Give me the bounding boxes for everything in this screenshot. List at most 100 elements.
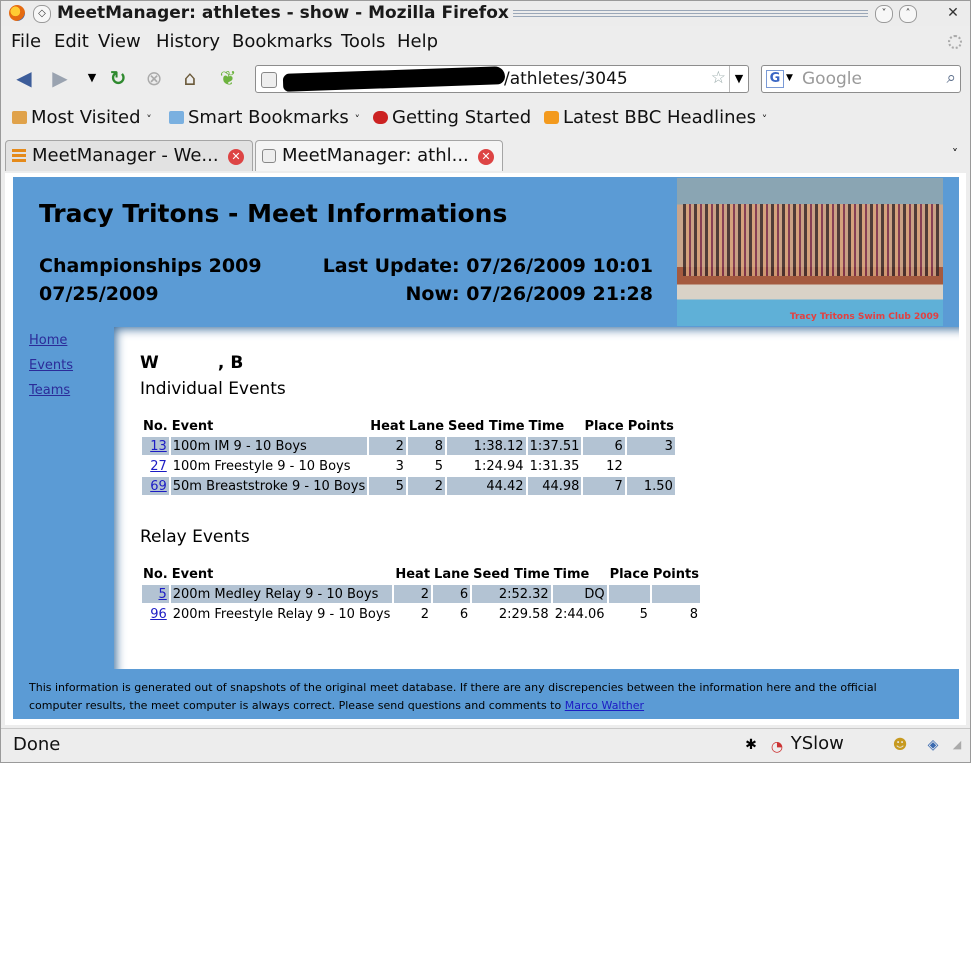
- event-number-link[interactable]: 13: [150, 439, 167, 454]
- back-icon[interactable]: ◀: [13, 67, 35, 89]
- relay-events-table: No. Event Heat Lane Seed Time Time Place Points…: [140, 563, 702, 625]
- url-dropdown-icon[interactable]: ▼: [729, 66, 748, 92]
- cell-heat: 3: [395, 458, 404, 474]
- cell-no: 27: [142, 457, 169, 475]
- history-dropdown-icon[interactable]: ▼: [81, 67, 103, 89]
- event-number-link[interactable]: 69: [150, 479, 167, 494]
- column-header: Place: [584, 418, 624, 434]
- team-photo-caption: Tracy Tritons Swim Club 2009: [789, 312, 939, 322]
- table-header-row: No. Event Heat Lane Seed Time Time Place Points: [142, 417, 675, 435]
- nav-teams-link[interactable]: Teams: [29, 383, 70, 398]
- bookmark-label: Smart Bookmarks: [188, 107, 349, 128]
- table-row: 13 100m IM 9 - 10 Boys 2 8 1:38.12 1:37.51 6 3: [142, 437, 675, 455]
- main-content: W , B Individual Events No. Event Heat Lane…: [114, 327, 959, 669]
- page-header: Tracy Tritons - Meet Informations Champi…: [13, 177, 959, 327]
- cell-event: 100m IM 9 - 10 Boys: [170, 437, 368, 455]
- folder-icon: [12, 111, 27, 124]
- tab-label: MeetManager - We...: [32, 145, 219, 166]
- yslow-button[interactable]: ◔ YSlow: [769, 733, 844, 755]
- cell-place: 7: [583, 477, 625, 495]
- cell-seed: 2:52.32: [472, 585, 551, 603]
- site-identity-icon[interactable]: [261, 72, 277, 88]
- menu-history[interactable]: History: [156, 31, 220, 52]
- event-number-link[interactable]: 27: [150, 459, 167, 474]
- tab-list-icon[interactable]: ˅: [952, 147, 958, 161]
- cell-seed: 44.42: [447, 477, 526, 495]
- cell-time: 1:31.35: [529, 458, 580, 474]
- cell-points: 3: [626, 437, 675, 455]
- url-bar[interactable]: /athletes/3045 ☆ ▼: [255, 65, 749, 93]
- event-number-link[interactable]: 96: [150, 607, 167, 622]
- tab-meetmanager-1[interactable]: MeetManager - We... ✕: [5, 140, 253, 171]
- list-icon: [12, 149, 26, 163]
- cell-lane: 5: [434, 458, 444, 474]
- page-icon: [262, 149, 276, 163]
- search-bar[interactable]: G ▼ Google ⌕: [761, 65, 961, 93]
- column-header: Points: [627, 418, 674, 434]
- contact-link[interactable]: Marco Walther: [565, 699, 644, 712]
- bookmark-label: Latest BBC Headlines: [563, 107, 756, 128]
- search-icon[interactable]: ⌕: [946, 68, 956, 88]
- leaf-icon[interactable]: ❦: [217, 67, 239, 89]
- menu-view[interactable]: View: [98, 31, 141, 52]
- cube-icon[interactable]: ◈: [925, 737, 941, 753]
- chevron-down-icon: ˅: [146, 113, 152, 126]
- home-icon[interactable]: ⌂: [179, 67, 201, 89]
- bookmark-getting-started[interactable]: Getting Started: [373, 107, 531, 128]
- bookmark-most-visited[interactable]: Most Visited ˅: [12, 107, 152, 128]
- team-photo: Tracy Tritons Swim Club 2009: [677, 178, 943, 326]
- firebug-icon[interactable]: ✱: [743, 737, 759, 753]
- bookmark-smart-bookmarks[interactable]: Smart Bookmarks ˅: [169, 107, 360, 128]
- cell-lane: 6: [433, 585, 471, 603]
- column-header: Event: [171, 418, 214, 434]
- page-footer: This information is generated out of sna…: [13, 669, 959, 719]
- cell-time: 44.98: [527, 477, 582, 495]
- menu-bookmarks[interactable]: Bookmarks: [232, 31, 333, 52]
- cell-no: 13: [142, 437, 169, 455]
- resize-grip-icon[interactable]: ◢: [949, 737, 965, 753]
- cell-heat: 5: [369, 477, 406, 495]
- close-tab-icon[interactable]: ✕: [228, 149, 244, 165]
- cell-place: 12: [606, 458, 623, 474]
- title-bar-grip: [513, 8, 868, 18]
- close-tab-icon[interactable]: ✕: [478, 149, 494, 165]
- cell-event: 100m Freestyle 9 - 10 Boys: [172, 458, 351, 474]
- search-placeholder: Google: [802, 69, 862, 89]
- smiley-icon[interactable]: ☻: [892, 737, 908, 753]
- tab-meetmanager-2[interactable]: MeetManager: athl... ✕: [255, 140, 503, 171]
- table-row: 27 100m Freestyle 9 - 10 Boys 3 5 1:24.94 1:3…: [142, 457, 675, 475]
- athlete-name: W , B: [140, 353, 244, 373]
- search-engine-dropdown-icon[interactable]: ▼: [786, 73, 793, 83]
- search-engine-icon[interactable]: G: [766, 70, 784, 88]
- column-header: Seed Time: [448, 418, 525, 434]
- reload-icon[interactable]: ↻: [107, 67, 129, 89]
- column-header: Points: [652, 566, 699, 582]
- maximize-button[interactable]: ˄: [899, 5, 917, 23]
- bookmark-bbc-headlines[interactable]: Latest BBC Headlines ˅: [544, 107, 767, 128]
- navigation-toolbar: ◀ ▶ ▼ ↻ ⊗ ⌂ ❦ /athletes/3045 ☆ ▼ G ▼ Goo…: [1, 59, 970, 97]
- chevron-down-icon: ˅: [761, 113, 768, 126]
- stop-icon[interactable]: ⊗: [143, 67, 165, 89]
- chevron-down-icon: ˅: [354, 113, 360, 126]
- menu-help[interactable]: Help: [397, 31, 438, 52]
- minimize-button[interactable]: ˅: [875, 5, 893, 23]
- individual-events-heading: Individual Events: [140, 379, 286, 399]
- close-window-button[interactable]: ✕: [945, 5, 961, 21]
- cell-points: [627, 457, 675, 475]
- nav-events-link[interactable]: Events: [29, 358, 73, 373]
- url-text: /athletes/3045: [504, 69, 628, 89]
- window-title: MeetManager: athletes - show - Mozilla F…: [57, 3, 509, 23]
- event-number-link[interactable]: 5: [158, 587, 166, 602]
- forward-icon[interactable]: ▶: [49, 67, 71, 89]
- window-menu-button[interactable]: ◇: [33, 5, 51, 23]
- menu-edit[interactable]: Edit: [54, 31, 89, 52]
- cell-event: 200m Medley Relay 9 - 10 Boys: [170, 585, 393, 603]
- menu-tools[interactable]: Tools: [341, 31, 385, 52]
- nav-home-link[interactable]: Home: [29, 333, 67, 348]
- cell-no: 96: [142, 605, 169, 623]
- sidebar-nav: Home Events Teams: [13, 327, 113, 669]
- menu-file[interactable]: File: [11, 31, 41, 52]
- web-content: Tracy Tritons - Meet Informations Champi…: [5, 173, 966, 725]
- bookmark-star-icon[interactable]: ☆: [711, 68, 726, 88]
- cell-event: 200m Freestyle Relay 9 - 10 Boys: [172, 606, 391, 622]
